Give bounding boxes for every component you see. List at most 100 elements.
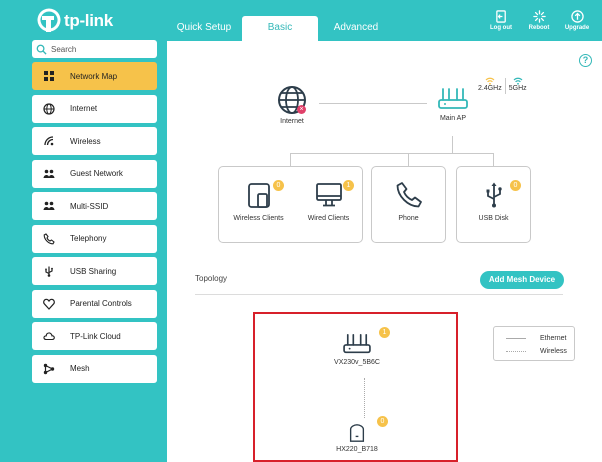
main-ap-label: Main AP (439, 115, 467, 122)
sidebar-menu: Network Map Internet Wireless Guest Netw… (32, 62, 157, 387)
brand-name: tp-link (64, 11, 113, 30)
phone-label: Phone (398, 215, 419, 222)
legend-wireless: Wireless (506, 348, 567, 355)
tree-drop-line (493, 153, 494, 166)
main-ap-node[interactable]: Main AP (435, 86, 471, 122)
wired-clients-count: 1 (343, 180, 354, 191)
multi-ssid-icon (43, 201, 55, 210)
add-mesh-device-button[interactable]: Add Mesh Device (480, 271, 564, 289)
usb-card[interactable]: USB Disk 0 (456, 166, 531, 243)
upgrade-button[interactable]: Upgrade (562, 10, 592, 31)
internet-label: Internet (280, 118, 304, 125)
satellite-device-name: HX220_B718 (336, 446, 378, 453)
internet-link-line (319, 103, 427, 104)
sidebar-item-label: Telephony (70, 234, 107, 243)
phone-item: Phone (372, 181, 445, 222)
logout-label: Log out (490, 25, 512, 31)
band-5ghz: 5GHz (509, 77, 527, 92)
tab-quick-setup[interactable]: Quick Setup (166, 16, 242, 41)
cloud-icon (43, 332, 55, 341)
usb-label: USB Disk (478, 215, 509, 222)
sidebar-item-guest-network[interactable]: Guest Network (32, 159, 157, 188)
sidebar-item-parental-controls[interactable]: Parental Controls (32, 289, 157, 318)
search-icon (36, 44, 47, 55)
wireless-clients-count: 0 (273, 180, 284, 191)
monitor-icon (315, 183, 342, 207)
wireless-clients-label: Wireless Clients (233, 215, 284, 222)
sidebar-item-usb-sharing[interactable]: USB Sharing (32, 257, 157, 285)
mesh-satellite-device[interactable]: HX220_B718 (332, 423, 382, 453)
tab-advanced[interactable]: Advanced (318, 16, 394, 41)
search-box (32, 40, 157, 58)
band-indicators: 2.4GHz 5GHz (478, 77, 527, 94)
parental-controls-icon (43, 298, 55, 310)
tab-basic[interactable]: Basic (242, 16, 318, 41)
sidebar-item-label: Internet (70, 104, 98, 113)
sidebar-item-label: Multi-SSID (70, 201, 109, 211)
band-label: 5GHz (508, 85, 527, 92)
help-icon[interactable]: ? (579, 54, 592, 67)
guest-network-icon (43, 169, 55, 178)
main-device-count: 1 (379, 327, 390, 338)
logout-button[interactable]: Log out (486, 10, 516, 31)
band-label: 2.4GHz (478, 85, 502, 92)
sidebar-item-label: Guest Network (70, 169, 123, 178)
internet-node[interactable]: × Internet (275, 85, 309, 125)
phone-icon (396, 182, 422, 208)
tree-stem-line (452, 136, 453, 153)
sidebar-item-label: Mesh (70, 364, 90, 373)
tp-link-logo-icon (37, 8, 61, 32)
sidebar-item-mesh[interactable]: Mesh (32, 354, 157, 383)
main-content: ? × Internet Main AP 2.4GHz 5GHz Wireles… (167, 41, 602, 462)
sidebar-item-label: Wireless (70, 136, 101, 146)
clients-card: Wireless Clients 0 Wired Clients 1 (218, 166, 363, 243)
wired-clients-label: Wired Clients (307, 215, 350, 222)
band-separator (504, 78, 506, 94)
reboot-label: Reboot (528, 25, 550, 31)
reboot-icon (532, 10, 546, 23)
sidebar-item-label: USB Sharing (70, 266, 117, 276)
network-map-icon (44, 71, 54, 81)
search-input[interactable] (51, 44, 151, 54)
wireless-icon (44, 136, 54, 146)
router-icon (438, 88, 468, 109)
sidebar-item-wireless[interactable]: Wireless (32, 127, 157, 155)
wifi-icon (485, 77, 495, 85)
router-icon (343, 333, 371, 354)
reboot-button[interactable]: Reboot (524, 10, 554, 31)
main-device-name: VX230v_5B6C (334, 359, 380, 366)
phone-icon (43, 232, 55, 244)
upgrade-icon (570, 10, 584, 23)
sidebar-item-internet[interactable]: Internet (32, 94, 157, 123)
sidebar-item-multi-ssid[interactable]: Multi-SSID (32, 192, 157, 220)
phone-card[interactable]: Phone (371, 166, 446, 243)
topology-divider (195, 294, 563, 295)
satellite-device-count: 0 (377, 416, 388, 427)
mesh-unit-icon (349, 424, 365, 442)
header-actions: Log out Reboot Upgrade (486, 10, 592, 31)
sidebar-item-label: Network Map (70, 71, 118, 81)
wifi-icon (513, 77, 523, 85)
globe-icon (43, 102, 55, 115)
tablet-icon (247, 183, 270, 208)
tree-branch-line (290, 153, 493, 154)
legend-wireless-label: Wireless (540, 348, 567, 355)
band-2-4ghz: 2.4GHz (478, 77, 502, 92)
tree-drop-line (408, 153, 409, 166)
disconnected-icon: × (297, 105, 306, 114)
legend-ethernet: Ethernet (506, 335, 566, 342)
sidebar-item-network-map[interactable]: Network Map (32, 62, 157, 90)
usb-count: 0 (510, 180, 521, 191)
usb-icon (45, 266, 53, 277)
mesh-main-device[interactable]: VX230v_5B6C (327, 332, 387, 366)
sidebar-item-label: TP-Link Cloud (70, 331, 121, 341)
sidebar-item-tp-link-cloud[interactable]: TP-Link Cloud (32, 322, 157, 350)
main-tabs: Quick Setup Basic Advanced (166, 16, 394, 41)
sidebar-item-label: Parental Controls (70, 299, 132, 308)
upgrade-label: Upgrade (564, 25, 590, 31)
usb-icon (486, 182, 502, 208)
topology-title: Topology (195, 274, 228, 283)
wireless-link-line (364, 378, 365, 418)
sidebar-item-telephony[interactable]: Telephony (32, 224, 157, 253)
tree-drop-line (290, 153, 291, 166)
